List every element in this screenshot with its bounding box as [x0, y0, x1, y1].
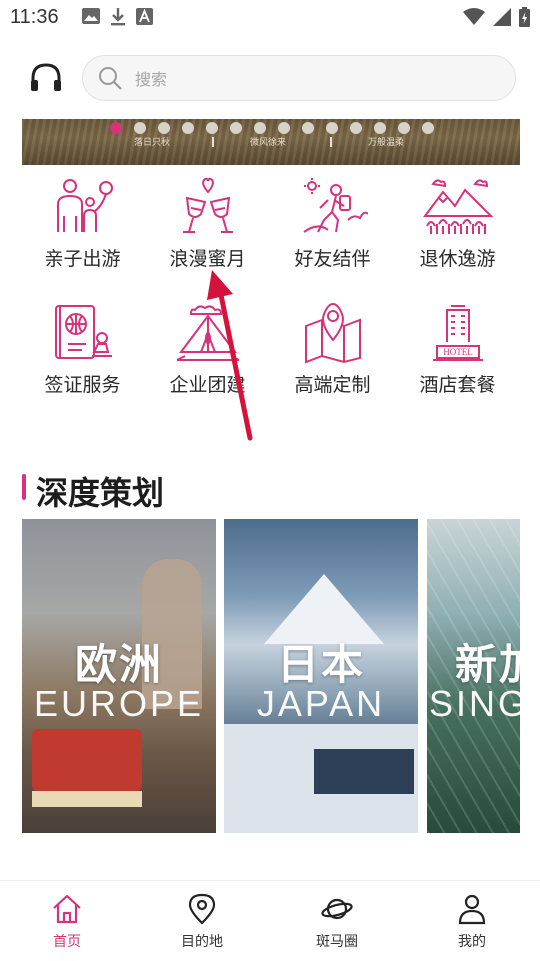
menu-label: 亲子出游	[44, 248, 121, 270]
menu-label: 浪漫蜜月	[169, 248, 246, 270]
carousel-dot[interactable]	[230, 122, 242, 134]
carousel-dot[interactable]	[374, 122, 386, 134]
location-pin-icon	[188, 893, 216, 925]
destination-card-singapore[interactable]: 新加 SINGA	[427, 519, 520, 833]
status-bar: 11:36	[0, 0, 540, 36]
carousel-dot[interactable]	[350, 122, 362, 134]
passport-stamp-icon	[54, 305, 112, 359]
banner-caption: 万般温柔	[368, 138, 405, 148]
menu-label: 高端定制	[294, 374, 371, 396]
mountains-trees-icon	[422, 179, 493, 234]
search-input[interactable]: 搜索	[82, 55, 516, 101]
nav-label: 目的地	[181, 934, 223, 950]
nav-label: 斑马圈	[316, 934, 358, 950]
carousel-dot[interactable]	[326, 122, 338, 134]
menu-label: 酒店套餐	[419, 374, 496, 396]
nav-item-community[interactable]: 斑马圈	[287, 893, 387, 951]
menu-label: 退休逸游	[419, 248, 496, 270]
banner-caption: 落日只秋	[134, 138, 171, 148]
search-placeholder: 搜索	[135, 70, 168, 89]
banner-caption: 微风徐来	[250, 138, 287, 148]
card-title-en: JAPAN	[256, 683, 386, 724]
person-icon	[458, 894, 486, 925]
nav-item-profile[interactable]: 我的	[422, 893, 522, 951]
carousel-indicator	[110, 122, 434, 134]
hotel-icon: HOTEL	[432, 305, 483, 361]
carousel-dot[interactable]	[254, 122, 266, 134]
menu-label: 签证服务	[44, 374, 121, 396]
search-icon	[99, 67, 122, 90]
menu-item-honeymoon[interactable]: 浪漫蜜月	[145, 176, 270, 271]
carousel-dot[interactable]	[182, 122, 194, 134]
wine-glasses-heart-icon	[182, 177, 233, 233]
carousel-dot[interactable]	[278, 122, 290, 134]
font-icon	[136, 8, 153, 25]
banner-carousel[interactable]: 落日只秋 微风徐来 万般温柔	[22, 119, 520, 165]
menu-item-retirement[interactable]: 退休逸游	[395, 176, 520, 271]
carousel-dot[interactable]	[134, 122, 146, 134]
destination-carousel: 欧洲 EUROPE 日本 JAPAN 新加 SINGA	[22, 519, 520, 833]
download-icon	[111, 8, 125, 26]
map-pin-icon	[304, 302, 361, 364]
bottom-navigation: 首页 目的地 斑马圈 我的	[0, 880, 540, 961]
menu-item-friends[interactable]: 好友结伴	[270, 176, 395, 271]
nav-label: 我的	[458, 934, 486, 950]
carousel-dot[interactable]	[398, 122, 410, 134]
battery-icon	[519, 7, 530, 27]
menu-item-family[interactable]: 亲子出游	[20, 176, 145, 271]
nav-item-destination[interactable]: 目的地	[152, 893, 252, 951]
carousel-dot[interactable]	[302, 122, 314, 134]
menu-item-hotel[interactable]: HOTEL 酒店套餐	[395, 302, 520, 397]
destination-card-japan[interactable]: 日本 JAPAN	[224, 519, 418, 833]
destination-card-europe[interactable]: 欧洲 EUROPE	[22, 519, 216, 833]
hiking-friends-icon	[302, 178, 368, 233]
menu-label: 好友结伴	[294, 248, 371, 270]
carousel-dot[interactable]	[158, 122, 170, 134]
carousel-dot[interactable]	[206, 122, 218, 134]
card-title-en: SINGA	[429, 683, 520, 724]
carousel-dot[interactable]	[110, 122, 122, 134]
headphone-icon[interactable]	[28, 60, 64, 96]
menu-label: 企业团建	[169, 374, 246, 396]
home-icon	[53, 894, 81, 924]
carousel-dot[interactable]	[422, 122, 434, 134]
menu-item-teambuilding[interactable]: 企业团建	[145, 302, 270, 397]
nav-label: 首页	[53, 934, 81, 950]
menu-item-visa[interactable]: 签证服务	[20, 302, 145, 397]
family-icon	[56, 179, 113, 232]
wifi-icon	[463, 8, 485, 25]
nav-item-home[interactable]: 首页	[17, 893, 117, 951]
section-title: 深度策划	[36, 474, 165, 512]
svg-text:HOTEL: HOTEL	[443, 347, 473, 357]
image-icon	[82, 8, 100, 24]
status-time: 11:36	[10, 6, 59, 28]
card-title-en: EUROPE	[33, 683, 205, 724]
tent-campfire-icon	[176, 305, 239, 361]
signal-icon	[493, 8, 511, 26]
top-bar: 搜索	[0, 48, 540, 108]
planet-icon	[321, 898, 353, 920]
menu-item-custom[interactable]: 高端定制	[270, 302, 395, 397]
